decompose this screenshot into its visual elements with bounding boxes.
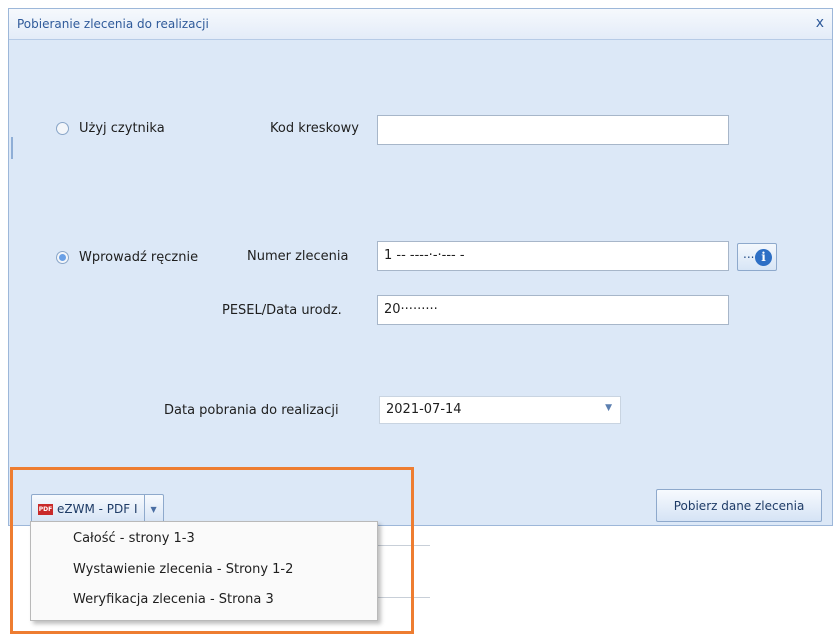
date-picker[interactable]: 2021-07-14 ▼	[379, 396, 621, 424]
reader-radio-label: Użyj czytnika	[79, 121, 165, 136]
barcode-label: Kod kreskowy	[270, 121, 359, 136]
reader-radio[interactable]	[56, 122, 69, 135]
pesel-label: PESEL/Data urodz.	[222, 303, 342, 318]
menu-item-issue[interactable]: Wystawienie zlecenia - Strony 1-2	[73, 562, 293, 577]
pdf-icon: PDF	[38, 503, 53, 515]
ellipsis-icon: ...	[743, 247, 755, 261]
pdf-split-button[interactable]: PDF eZWM - PDF I ▼	[31, 494, 164, 524]
pdf-button-label: eZWM - PDF I	[57, 502, 138, 516]
order-number-input[interactable]: 1 -- ----·-·--- -	[377, 241, 729, 271]
pdf-menu: Całość - strony 1-3 Wystawienie zlecenia…	[30, 521, 378, 621]
background-divider	[376, 545, 430, 546]
dialog-titlebar: Pobieranie zlecenia do realizacji x	[9, 9, 832, 40]
info-icon[interactable]: i	[755, 249, 772, 266]
background-divider	[376, 597, 430, 598]
browse-button[interactable]: ... i	[737, 243, 777, 271]
date-value: 2021-07-14	[386, 402, 462, 417]
menu-item-full[interactable]: Całość - strony 1-3	[73, 531, 195, 546]
manual-radio-label: Wprowadź ręcznie	[79, 250, 199, 265]
order-number-label: Numer zlecenia	[247, 249, 349, 264]
barcode-input[interactable]	[377, 115, 729, 145]
manual-radio[interactable]	[56, 251, 69, 264]
chevron-down-icon[interactable]: ▼	[605, 403, 612, 413]
chevron-down-icon[interactable]: ▼	[145, 495, 163, 523]
fetch-order-button[interactable]: Pobierz dane zlecenia	[656, 489, 822, 522]
manual-option[interactable]: Wprowadź ręcznie	[56, 250, 198, 265]
date-label: Data pobrania do realizacji	[164, 403, 339, 418]
close-icon[interactable]: x	[816, 15, 824, 31]
pdf-button-main[interactable]: PDF eZWM - PDF I	[32, 495, 145, 523]
resize-handle	[11, 137, 13, 159]
menu-item-verify[interactable]: Weryfikacja zlecenia - Strona 3	[73, 592, 274, 607]
dialog-title: Pobieranie zlecenia do realizacji	[17, 17, 209, 31]
reader-option[interactable]: Użyj czytnika	[56, 121, 165, 136]
pesel-input[interactable]: 20·········	[377, 295, 729, 325]
